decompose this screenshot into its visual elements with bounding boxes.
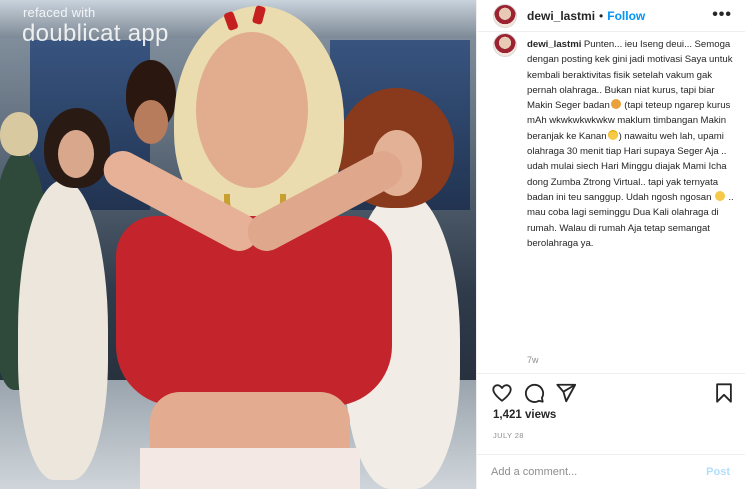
view-count[interactable]: 1,421 views <box>493 409 556 421</box>
dancer-left-body <box>18 180 108 480</box>
doublicat-watermark: refaced with doublicat app <box>22 6 169 46</box>
watermark-top-text: refaced with <box>23 5 96 20</box>
caption-time-ago[interactable]: 7w <box>527 355 539 365</box>
comment-bar: Post <box>477 454 745 489</box>
watermark-brand-text: doublicat app <box>22 20 169 47</box>
sweat-smile-emoji-icon <box>714 190 725 201</box>
more-options-icon[interactable]: ••• <box>712 7 732 23</box>
post-date[interactable]: JULY 28 <box>493 431 524 440</box>
post-comment-button[interactable]: Post <box>706 466 730 478</box>
caption-text: dewi_lastmi Punten... ieu Iseng deui... … <box>527 37 742 251</box>
heart-icon[interactable] <box>491 382 513 404</box>
main-dancer-skirt <box>140 448 360 489</box>
dancer-left-face <box>58 130 94 178</box>
header-username[interactable]: dewi_lastmi <box>527 9 595 23</box>
dancer-far-left-hair <box>0 112 38 156</box>
emoji-icon <box>610 99 621 110</box>
caption-avatar[interactable] <box>493 33 517 57</box>
dancer-back-face <box>134 100 168 144</box>
post-header: dewi_lastmi • Follow ••• <box>477 0 745 32</box>
caption-username[interactable]: dewi_lastmi <box>527 39 581 50</box>
crying-emoji-icon <box>607 129 618 140</box>
comment-input[interactable] <box>491 466 707 478</box>
main-dancer-face <box>196 32 308 188</box>
action-bar <box>477 373 745 409</box>
post-side-panel: dewi_lastmi • Follow ••• dewi_lastmi Pun… <box>476 0 745 489</box>
follow-button[interactable]: Follow <box>607 9 645 23</box>
bookmark-icon[interactable] <box>713 382 735 404</box>
header-dot-separator: • <box>599 8 604 23</box>
comment-icon[interactable] <box>523 382 545 404</box>
share-icon[interactable] <box>555 382 577 404</box>
avatar[interactable] <box>493 3 517 28</box>
post-media-video[interactable]: refaced with doublicat app <box>0 0 476 489</box>
